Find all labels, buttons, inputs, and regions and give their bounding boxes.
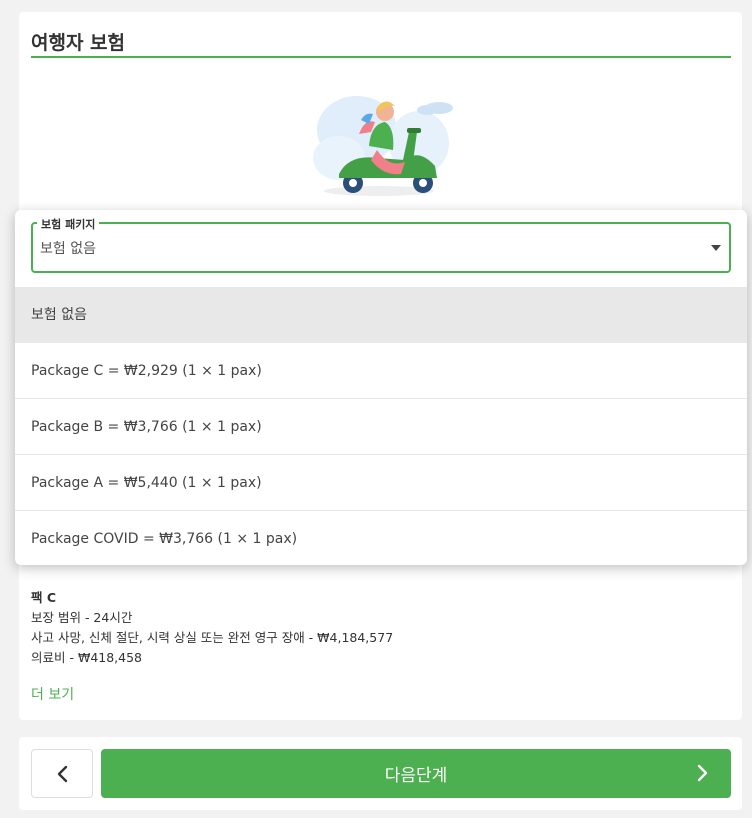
select-legend: 보험 패키지: [37, 216, 100, 232]
next-step-button[interactable]: 다음단계: [101, 749, 731, 798]
title-divider: [31, 56, 731, 58]
see-more-link[interactable]: 더 보기: [31, 684, 74, 704]
option-list: 보험 없음 Package C = ₩2,929 (1 × 1 pax) Pac…: [15, 287, 747, 565]
next-step-label: 다음단계: [384, 766, 448, 786]
detail-line: 사고 사망, 신체 절단, 시력 상실 또는 완전 영구 장애 - ₩4,184…: [31, 630, 394, 645]
chevron-right-icon: [697, 764, 708, 782]
section-title: 여행자 보험: [31, 32, 126, 54]
detail-line: 보장 범위 - 24시간: [31, 610, 133, 625]
insurance-package-select[interactable]: 보험 패키지 보험 없음: [31, 216, 731, 273]
option-package-covid[interactable]: Package COVID = ₩3,766 (1 × 1 pax): [15, 511, 747, 565]
caret-down-icon: [711, 245, 721, 251]
option-package-a[interactable]: Package A = ₩5,440 (1 × 1 pax): [15, 455, 747, 511]
chevron-left-icon: [57, 765, 68, 782]
insurance-package-dropdown: 보험 패키지 보험 없음 보험 없음 Package C = ₩2,929 (1…: [15, 210, 747, 565]
package-name: 팩 C: [31, 590, 57, 605]
select-value: 보험 없음: [40, 241, 96, 257]
option-no-insurance[interactable]: 보험 없음: [15, 287, 747, 343]
option-package-c[interactable]: Package C = ₩2,929 (1 × 1 pax): [15, 343, 747, 399]
navigation-bar: 다음단계: [19, 737, 742, 810]
option-package-b[interactable]: Package B = ₩3,766 (1 × 1 pax): [15, 399, 747, 455]
scooter-illustration: [313, 96, 453, 196]
detail-line: 의료비 - ₩418,458: [31, 650, 143, 665]
back-button[interactable]: [31, 749, 93, 798]
package-details: 팩 C 보장 범위 - 24시간 사고 사망, 신체 절단, 시력 상실 또는 …: [31, 588, 393, 668]
